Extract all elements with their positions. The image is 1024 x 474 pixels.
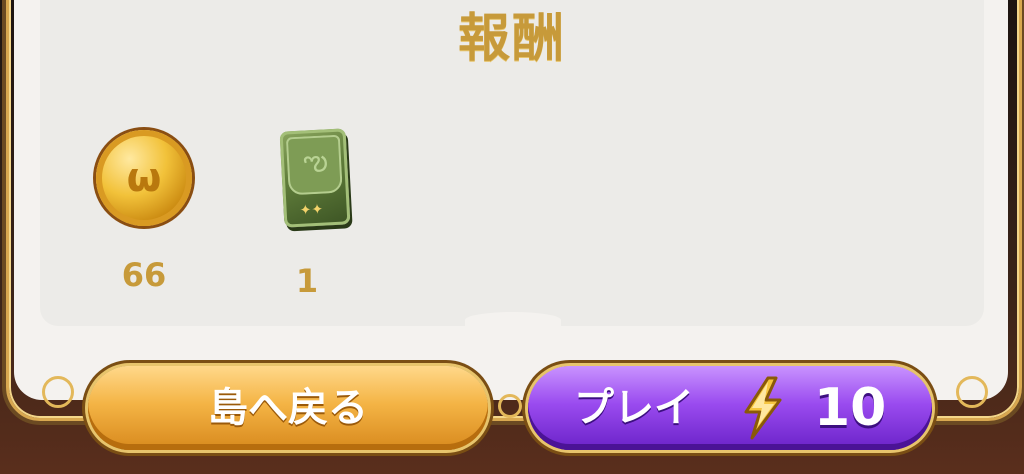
play-button[interactable]: プレイ 10 — [528, 366, 932, 450]
reward-count: 66 — [121, 256, 167, 294]
coin-face-icon: ѡ — [126, 155, 162, 201]
lightning-bolt-icon — [744, 376, 782, 440]
reward-count: 1 — [295, 262, 319, 300]
sparkle-icon: ✦✦ — [299, 201, 324, 219]
play-button-label: プレイ — [574, 385, 694, 431]
ornament-icon — [498, 394, 522, 418]
back-button-label: 島へ戻る — [208, 385, 368, 431]
swirl-icon: ఌ — [302, 143, 329, 178]
back-to-island-button[interactable]: 島へ戻る — [88, 366, 488, 450]
ornament-icon — [956, 376, 988, 408]
play-cost: 10 — [814, 378, 887, 438]
card-pack-icon: ఌ ✦✦ — [279, 128, 351, 228]
page-title: 報酬 — [457, 9, 566, 69]
coin-icon: ѡ — [96, 130, 192, 226]
ornament-icon — [42, 376, 74, 408]
rewards-area-notch — [465, 312, 561, 328]
reward-item-card-pack: ఌ ✦✦ 1 — [279, 128, 352, 300]
reward-item-coin: ѡ 66 — [96, 130, 192, 294]
